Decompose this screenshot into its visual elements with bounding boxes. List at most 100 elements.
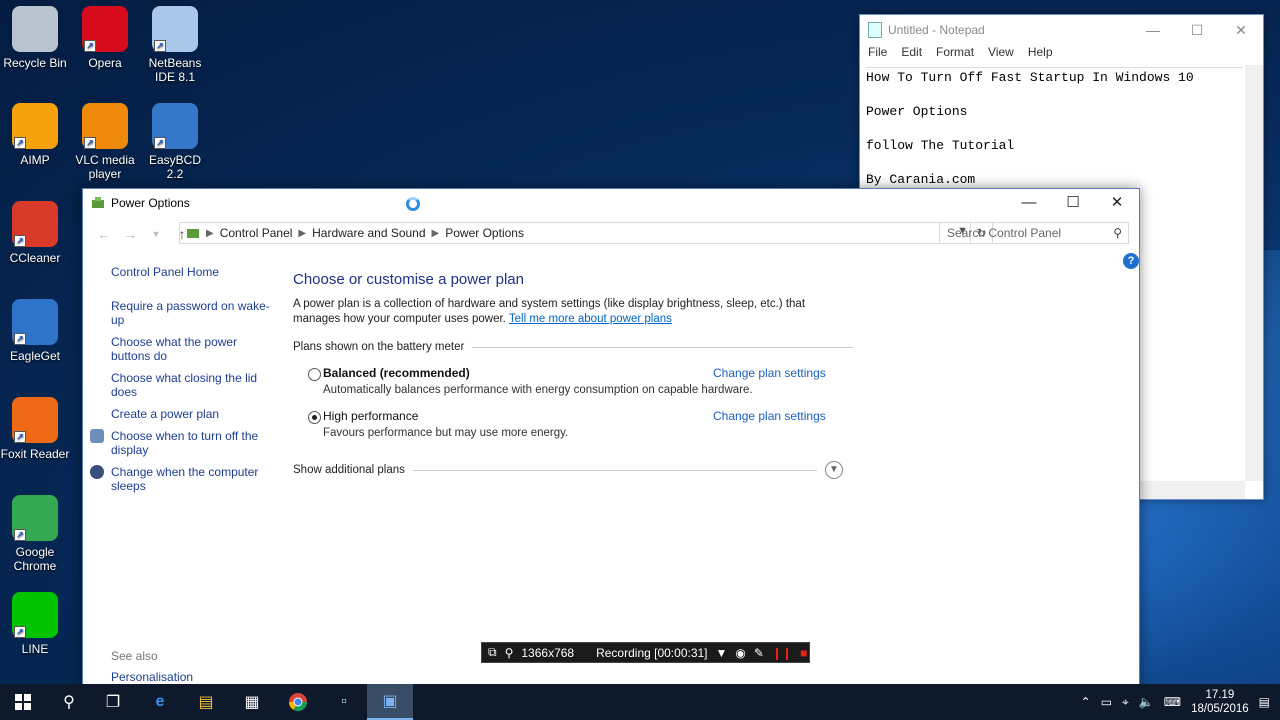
desktop-icon[interactable]: ↗ EagleGet xyxy=(0,299,70,363)
desktop-icon[interactable]: ↗ CCleaner xyxy=(0,201,70,265)
task-view-icon[interactable]: ❐ xyxy=(90,684,136,720)
sidebar-item-closing-lid[interactable]: Choose what closing the lid does xyxy=(111,371,271,399)
breadcrumb-separator: ▶ xyxy=(431,227,440,239)
desktop-icon[interactable]: ↗ VLC media player xyxy=(70,103,140,181)
help-icon[interactable]: ? xyxy=(1123,253,1139,269)
stop-icon[interactable]: ■ xyxy=(800,646,807,660)
start-windows-icon[interactable] xyxy=(0,684,46,720)
recording-resolution: 1366x768 xyxy=(521,645,575,660)
chrome-icon[interactable] xyxy=(275,684,321,720)
shortcut-arrow-icon: ↗ xyxy=(14,333,26,345)
notepad-vertical-scrollbar[interactable] xyxy=(1245,65,1263,481)
search-input[interactable]: Search Control Panel ⚲ xyxy=(939,222,1129,244)
notepad-menu-item[interactable]: File xyxy=(868,45,887,63)
breadcrumb-power-options[interactable]: Power Options xyxy=(445,226,524,240)
change-plan-settings-link[interactable]: Change plan settings xyxy=(713,409,826,423)
search-icon[interactable]: ⚲ xyxy=(1113,223,1122,243)
desktop-icon[interactable]: ↗ Foxit Reader xyxy=(0,397,70,461)
window-controls: — ☐ ✕ xyxy=(1007,189,1139,217)
file-explorer-icon[interactable]: ▤ xyxy=(183,684,229,720)
notepad-text-line xyxy=(866,120,1243,137)
desktop-icon-label: EasyBCD 2.2 xyxy=(148,153,201,181)
shortcut-arrow-icon: ↗ xyxy=(84,137,96,149)
foxit-icon: ↗ xyxy=(12,397,58,443)
minimize-icon[interactable]: — xyxy=(1131,15,1175,45)
desktop-icon-label: Foxit Reader xyxy=(0,447,70,461)
forward-arrow-icon[interactable]: → xyxy=(117,226,143,242)
search-icon[interactable]: ⚲ xyxy=(46,684,92,720)
desktop-icon[interactable]: ↗ Opera xyxy=(70,6,140,70)
window-title: Power Options xyxy=(111,196,190,210)
notepad-menu-item[interactable]: View xyxy=(988,45,1014,63)
close-icon[interactable]: ✕ xyxy=(1095,189,1139,217)
store-icon[interactable]: ▦ xyxy=(229,684,275,720)
sidebar-item-require-password[interactable]: Require a password on wake-up xyxy=(111,299,271,327)
sidebar-item-turn-off-display[interactable]: Choose when to turn off the display xyxy=(90,429,271,457)
address-bar[interactable]: ▶ Control Panel ▶ Hardware and Sound ▶ P… xyxy=(179,222,993,244)
pen-icon[interactable]: ✎ xyxy=(754,646,764,660)
clock-date: 18/05/2016 xyxy=(1191,703,1249,715)
desktop-icon-label: NetBeans IDE 8.1 xyxy=(148,56,202,84)
power-options-window[interactable]: Power Options — ☐ ✕ ← → ▼ ↑ ▶ Control Pa… xyxy=(82,188,1140,688)
desktop-icon-label: Google Chrome xyxy=(13,545,57,573)
zoom-icon[interactable]: ⚲ xyxy=(505,646,514,660)
display-icon xyxy=(90,429,104,443)
sidebar-item-power-buttons[interactable]: Choose what the power buttons do xyxy=(111,335,271,363)
sidebar-item-computer-sleeps[interactable]: Change when the computer sleeps xyxy=(90,465,271,493)
desktop-icon-label: AIMP xyxy=(20,153,50,167)
back-arrow-icon[interactable]: ← xyxy=(91,226,117,242)
power-options-titlebar[interactable]: Power Options xyxy=(83,189,1139,217)
desktop-icon[interactable]: ↗ LINE xyxy=(0,592,70,656)
notepad-text-line xyxy=(866,86,1243,103)
plan-radio-balanced[interactable] xyxy=(308,368,321,381)
close-icon[interactable]: ✕ xyxy=(1219,15,1263,45)
dropdown-icon[interactable]: ▼ xyxy=(716,646,728,660)
clock[interactable]: 17.19 18/05/2016 xyxy=(1191,688,1249,716)
plan-high-performance[interactable]: High performance Favours performance but… xyxy=(293,409,853,439)
desktop-icon[interactable]: Recycle Bin xyxy=(0,6,70,70)
plan-radio-high-performance[interactable] xyxy=(308,411,321,424)
window-select-icon[interactable]: ⧉ xyxy=(488,645,497,660)
recent-chevron-icon[interactable]: ▼ xyxy=(143,229,169,239)
camera-icon[interactable]: ◉ xyxy=(735,646,745,660)
expand-chevron-icon[interactable]: ▼ xyxy=(824,461,843,479)
desktop-icon[interactable]: ↗ EasyBCD 2.2 xyxy=(140,103,210,181)
show-additional-plans[interactable]: Show additional plans ▼ xyxy=(293,461,853,479)
notepad-menubar: File Edit Format View Help xyxy=(860,45,1263,63)
notepad-menu-item[interactable]: Format xyxy=(936,45,974,63)
edge-icon[interactable]: e xyxy=(137,684,183,720)
notepad-text-line: By Carania.com xyxy=(866,172,976,187)
chrome-icon: ↗ xyxy=(12,495,58,541)
volume-icon[interactable]: 🔈 xyxy=(1139,695,1154,709)
desktop-icon[interactable]: ↗ NetBeans IDE 8.1 xyxy=(140,6,210,84)
keyboard-icon[interactable]: ⌨ xyxy=(1164,695,1181,709)
breadcrumb-hardware-and-sound[interactable]: Hardware and Sound xyxy=(312,226,425,240)
tray-chevron-icon[interactable]: ⌃ xyxy=(1081,695,1091,709)
learn-more-link[interactable]: Tell me more about power plans xyxy=(509,313,672,325)
sidebar-item-create-plan[interactable]: Create a power plan xyxy=(111,407,271,421)
notifications-icon[interactable]: ▤ xyxy=(1259,695,1270,709)
change-plan-settings-link[interactable]: Change plan settings xyxy=(713,366,826,380)
wifi-icon[interactable]: ⌖ xyxy=(1122,695,1129,710)
shortcut-arrow-icon: ↗ xyxy=(154,40,166,52)
desktop-icon[interactable]: ↗ Google Chrome xyxy=(0,495,70,573)
control-panel-taskbar-icon[interactable]: ▣ xyxy=(367,684,413,720)
notepad-taskbar-icon[interactable]: ▫ xyxy=(321,684,367,720)
personalisation-link[interactable]: Personalisation xyxy=(111,670,193,684)
maximize-icon[interactable]: ☐ xyxy=(1051,189,1095,217)
plan-balanced[interactable]: Balanced (recommended) Automatically bal… xyxy=(293,366,853,396)
sidebar-item-control-panel-home[interactable]: Control Panel Home xyxy=(111,265,271,279)
shortcut-arrow-icon: ↗ xyxy=(14,235,26,247)
taskbar: ⚲ ❐ e ▤ ▦ ▫ ▣ ⌃ ▭ ⌖ 🔈 ⌨ 17.19 18/05/2016… xyxy=(0,684,1280,720)
notepad-menu-item[interactable]: Edit xyxy=(901,45,922,63)
minimize-icon[interactable]: — xyxy=(1007,189,1051,217)
line-icon: ↗ xyxy=(12,592,58,638)
notepad-menu-item[interactable]: Help xyxy=(1028,45,1053,63)
battery-icon[interactable]: ▭ xyxy=(1101,695,1112,709)
pause-icon[interactable]: ❙❙ xyxy=(772,646,792,660)
breadcrumb-control-panel[interactable]: Control Panel xyxy=(220,226,293,240)
maximize-icon[interactable]: ☐ xyxy=(1175,15,1219,45)
divider xyxy=(412,469,817,471)
plan-description: Favours performance but may use more ene… xyxy=(323,427,569,439)
desktop-icon[interactable]: ↗ AIMP xyxy=(0,103,70,167)
